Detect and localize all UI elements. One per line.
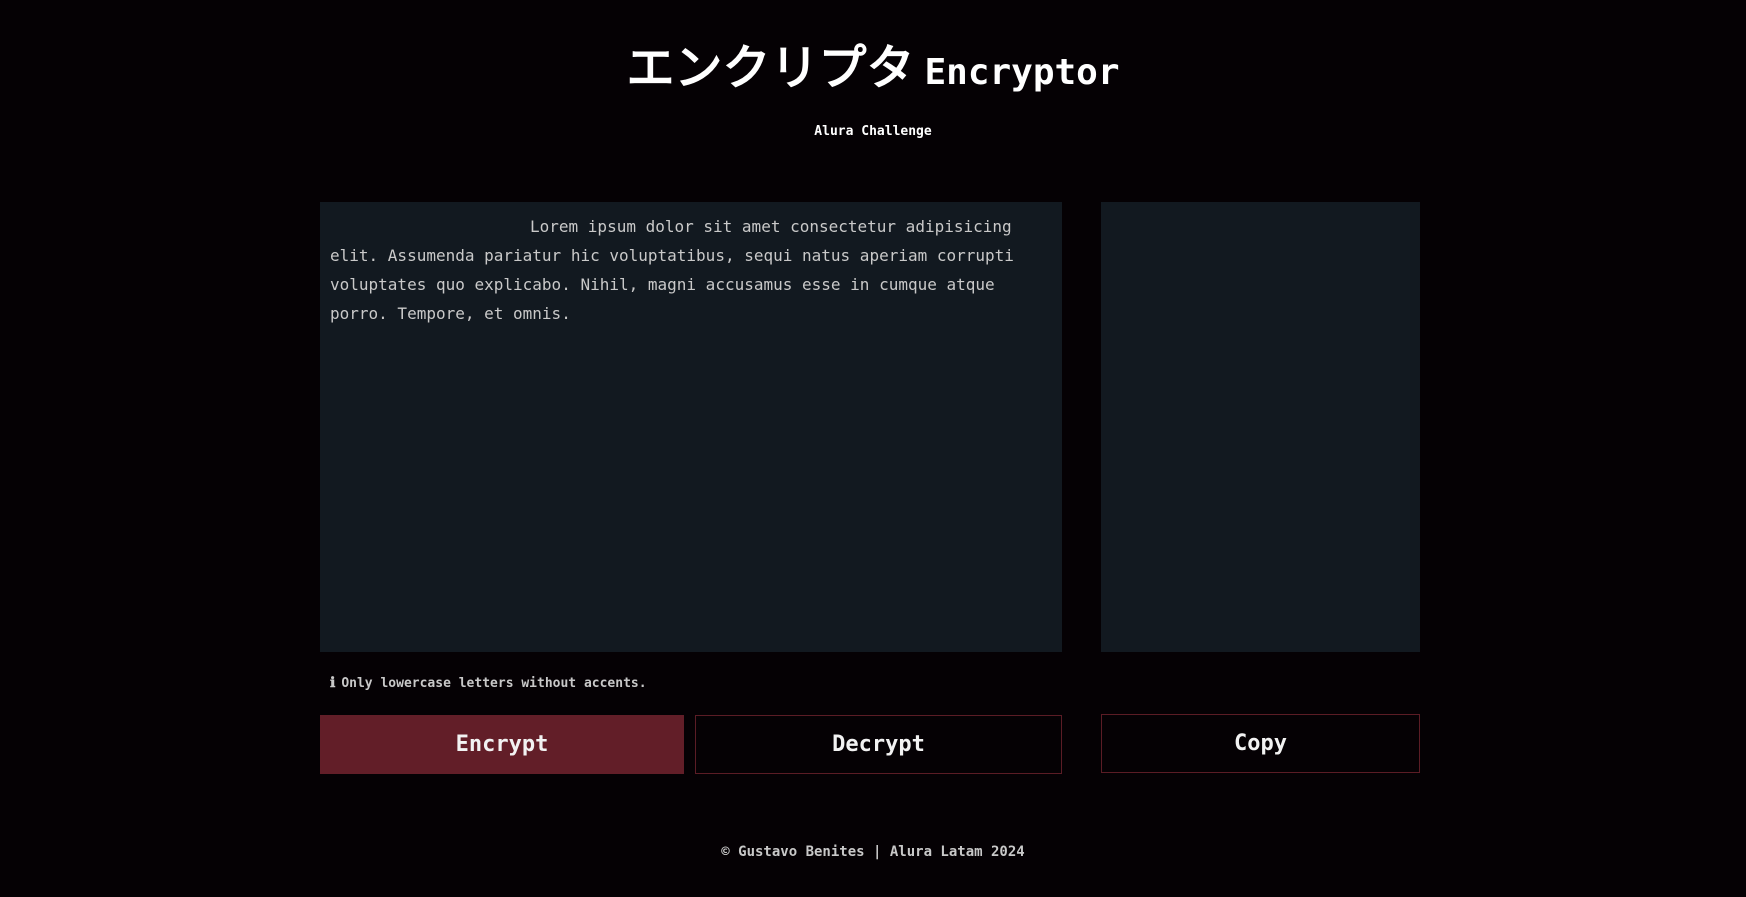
decrypt-button[interactable]: Decrypt	[695, 715, 1062, 774]
result-output	[1101, 202, 1420, 652]
title-japanese: エンクリプタ	[626, 40, 915, 96]
copy-button[interactable]: Copy	[1101, 714, 1420, 773]
copy-button-label: Copy	[1234, 731, 1287, 756]
input-hint: ℹ Only lowercase letters without accents.	[330, 675, 647, 691]
hint-text: Only lowercase letters without accents.	[341, 676, 647, 691]
encrypt-button[interactable]: Encrypt	[320, 715, 684, 774]
footer-credits: © Gustavo Benites | Alura Latam 2024	[721, 844, 1025, 860]
page-title: エンクリプタ Encryptor	[0, 36, 1746, 105]
decrypt-button-label: Decrypt	[832, 732, 925, 757]
info-icon: ℹ	[330, 675, 336, 691]
encrypt-button-label: Encrypt	[455, 732, 549, 757]
title-english: Encryptor	[924, 52, 1120, 93]
page-subtitle: Alura Challenge	[814, 124, 932, 139]
message-input[interactable]: Lorem ipsum dolor sit amet consectetur a…	[320, 202, 1062, 652]
